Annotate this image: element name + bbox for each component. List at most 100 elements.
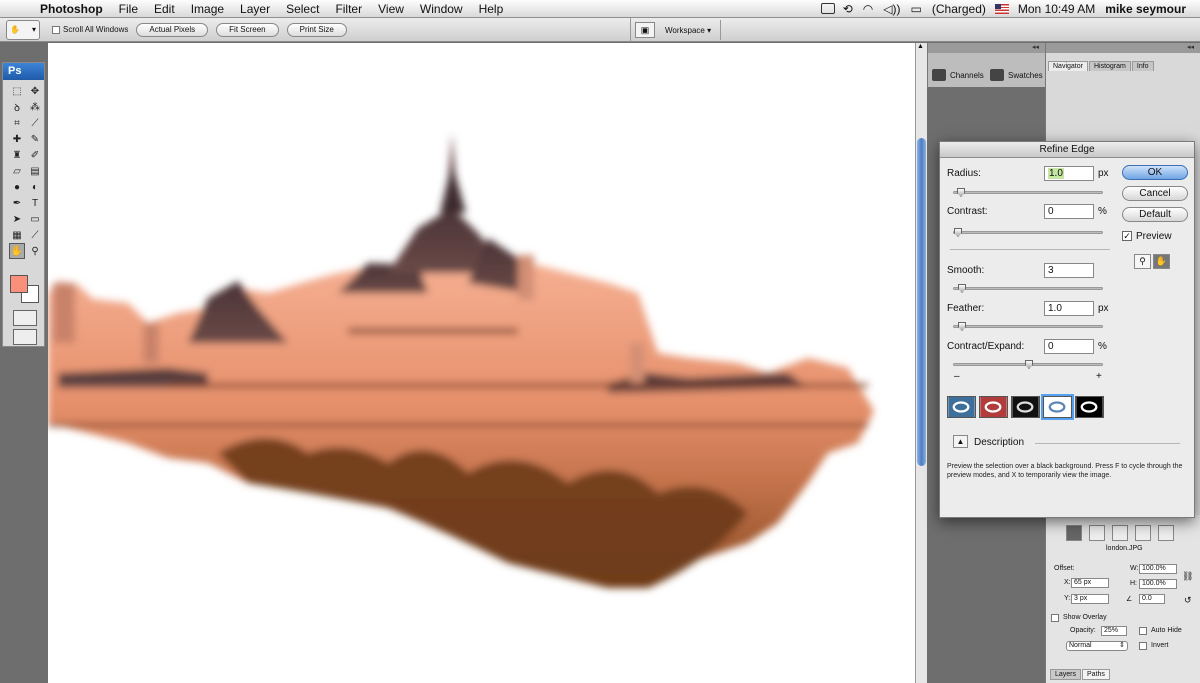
radius-input[interactable]: 1.0 [1044, 166, 1094, 181]
clone-source-3-button[interactable] [1112, 525, 1128, 541]
clone-stamp-tool-icon[interactable]: ♜ [9, 147, 25, 163]
smooth-slider[interactable] [953, 284, 1103, 293]
print-size-button[interactable]: Print Size [286, 22, 347, 37]
hand-tool-icon-dialog[interactable]: ✋ [1153, 254, 1170, 269]
document-canvas[interactable] [48, 43, 915, 683]
workspace-menu[interactable]: Workspace ▾ [665, 26, 711, 35]
palette-well-icon[interactable]: ▣ [635, 22, 655, 38]
zoom-tool-icon[interactable]: ⚲ [27, 243, 43, 259]
width-scale-input[interactable]: 100.0% [1139, 564, 1177, 574]
contract-expand-input[interactable]: 0 [1044, 339, 1094, 354]
actual-pixels-button[interactable]: Actual Pixels [136, 22, 209, 37]
on-black-preview-button[interactable] [1011, 396, 1040, 418]
menu-layer[interactable]: Layer [232, 2, 278, 16]
marquee-tool-icon[interactable]: ⬚ [9, 83, 25, 99]
healing-brush-tool-icon[interactable]: ✚ [9, 131, 25, 147]
type-tool-icon[interactable]: T [27, 195, 43, 211]
menu-app-photoshop[interactable]: Photoshop [40, 2, 111, 16]
clone-source-5-button[interactable] [1158, 525, 1174, 541]
blur-tool-icon[interactable]: ● [9, 179, 25, 195]
reset-transform-icon[interactable]: ↺ [1184, 595, 1192, 606]
history-brush-tool-icon[interactable]: ✐ [27, 147, 43, 163]
cancel-button[interactable]: Cancel [1122, 186, 1188, 201]
contrast-input[interactable]: 0 [1044, 204, 1094, 219]
mask-preview-button[interactable] [1075, 396, 1104, 418]
hand-tool-icon[interactable]: ✋ [9, 243, 25, 259]
overlay-opacity-input[interactable]: 25% [1101, 626, 1127, 636]
height-scale-input[interactable]: 100.0% [1139, 579, 1177, 589]
smooth-slider-knob[interactable] [958, 284, 966, 293]
navigator-collapse-bar[interactable]: ◂◂ [1046, 43, 1200, 53]
display-icon[interactable] [820, 3, 835, 14]
menu-view[interactable]: View [370, 2, 412, 16]
move-tool-icon[interactable]: ✥ [27, 83, 43, 99]
clock[interactable]: Mon 10:49 AM [1013, 2, 1100, 16]
path-selection-tool-icon[interactable]: ➤ [9, 211, 25, 227]
standard-preview-button[interactable] [947, 396, 976, 418]
menu-window[interactable]: Window [412, 2, 471, 16]
volume-icon[interactable]: ◁)) [878, 2, 905, 16]
offset-y-input[interactable]: 3 px [1071, 594, 1109, 604]
tool-preset-picker[interactable]: ✋ ▾ [6, 19, 40, 40]
pen-tool-icon[interactable]: ✒ [9, 195, 25, 211]
invert-checkbox[interactable] [1139, 642, 1147, 650]
auto-hide-checkbox[interactable] [1139, 627, 1147, 635]
foreground-color-swatch[interactable] [10, 275, 28, 293]
gradient-tool-icon[interactable]: ▤ [27, 163, 43, 179]
smooth-input[interactable]: 3 [1044, 263, 1094, 278]
menu-filter[interactable]: Filter [327, 2, 370, 16]
clone-source-2-button[interactable] [1089, 525, 1105, 541]
feather-slider-knob[interactable] [958, 322, 966, 331]
link-icon[interactable]: ⛓ [1182, 571, 1193, 582]
feather-slider[interactable] [953, 322, 1103, 331]
dock-collapse-bar[interactable]: ◂◂ [928, 43, 1045, 53]
ok-button[interactable]: OK [1122, 165, 1188, 180]
quick-mask-button[interactable] [13, 310, 37, 326]
time-machine-icon[interactable]: ⟲ [838, 2, 858, 16]
eraser-tool-icon[interactable]: ▱ [9, 163, 25, 179]
swatches-panel-button[interactable]: Swatches [990, 65, 1043, 85]
contract-expand-slider[interactable] [953, 360, 1103, 369]
contrast-slider[interactable] [953, 228, 1103, 237]
notes-tool-icon[interactable]: ▦ [9, 227, 25, 243]
angle-input[interactable]: 0.0 [1139, 594, 1165, 604]
contrast-slider-knob[interactable] [954, 228, 962, 237]
description-disclosure-icon[interactable]: ▲ [953, 435, 968, 448]
tab-navigator[interactable]: Navigator [1048, 61, 1088, 71]
menu-file[interactable]: File [111, 2, 146, 16]
show-overlay-checkbox[interactable] [1051, 614, 1059, 622]
preview-checkbox[interactable]: ✓ [1122, 231, 1132, 241]
radius-slider[interactable] [953, 188, 1103, 197]
tab-paths[interactable]: Paths [1082, 669, 1110, 680]
menu-help[interactable]: Help [471, 2, 512, 16]
screen-mode-button[interactable] [13, 329, 37, 345]
zoom-tool-icon-dialog[interactable]: ⚲ [1134, 254, 1151, 269]
fit-screen-button[interactable]: Fit Screen [216, 22, 279, 37]
quick-mask-preview-button[interactable] [979, 396, 1008, 418]
tab-histogram[interactable]: Histogram [1088, 61, 1131, 71]
on-white-preview-button[interactable] [1041, 394, 1074, 420]
ps-logo[interactable]: Ps [3, 63, 44, 80]
clone-source-1-button[interactable] [1066, 525, 1082, 541]
flag-icon[interactable] [994, 3, 1009, 14]
tab-layers[interactable]: Layers [1050, 669, 1082, 680]
dialog-title[interactable]: Refine Edge [940, 142, 1194, 158]
slice-tool-icon[interactable]: ⟋ [27, 115, 43, 131]
contract-expand-slider-knob[interactable] [1025, 360, 1033, 369]
scroll-up-arrow-icon[interactable]: ▲ [917, 43, 924, 50]
scrollbar-thumb[interactable] [917, 138, 926, 466]
clone-source-4-button[interactable] [1135, 525, 1151, 541]
brush-tool-icon[interactable]: ✎ [27, 131, 43, 147]
feather-input[interactable]: 1.0 [1044, 301, 1094, 316]
canvas-vertical-scrollbar[interactable]: ▲ [915, 43, 927, 683]
tab-info[interactable]: Info [1131, 61, 1154, 71]
dodge-tool-icon[interactable]: ◐ [27, 179, 43, 195]
crop-tool-icon[interactable]: ⌗ [9, 115, 25, 131]
channels-panel-button[interactable]: Channels [932, 65, 984, 85]
menu-edit[interactable]: Edit [146, 2, 183, 16]
magic-wand-tool-icon[interactable]: ⁂ [27, 99, 43, 115]
default-button[interactable]: Default [1122, 207, 1188, 222]
user-name[interactable]: mike seymour [1100, 2, 1200, 16]
menu-select[interactable]: Select [278, 2, 327, 16]
battery-icon[interactable]: ▭ [906, 2, 927, 16]
